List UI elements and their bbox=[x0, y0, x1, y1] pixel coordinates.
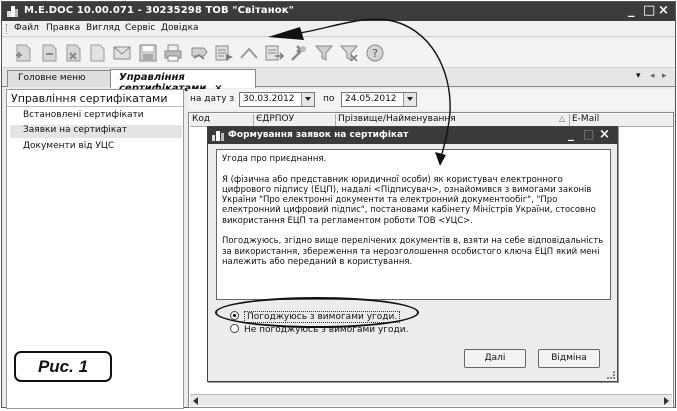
annotation-arrow-tail bbox=[268, 27, 304, 40]
annotation-arrow-line bbox=[299, 18, 451, 161]
annotation-arrow bbox=[268, 18, 451, 166]
annotation-arrow-head bbox=[435, 152, 446, 166]
